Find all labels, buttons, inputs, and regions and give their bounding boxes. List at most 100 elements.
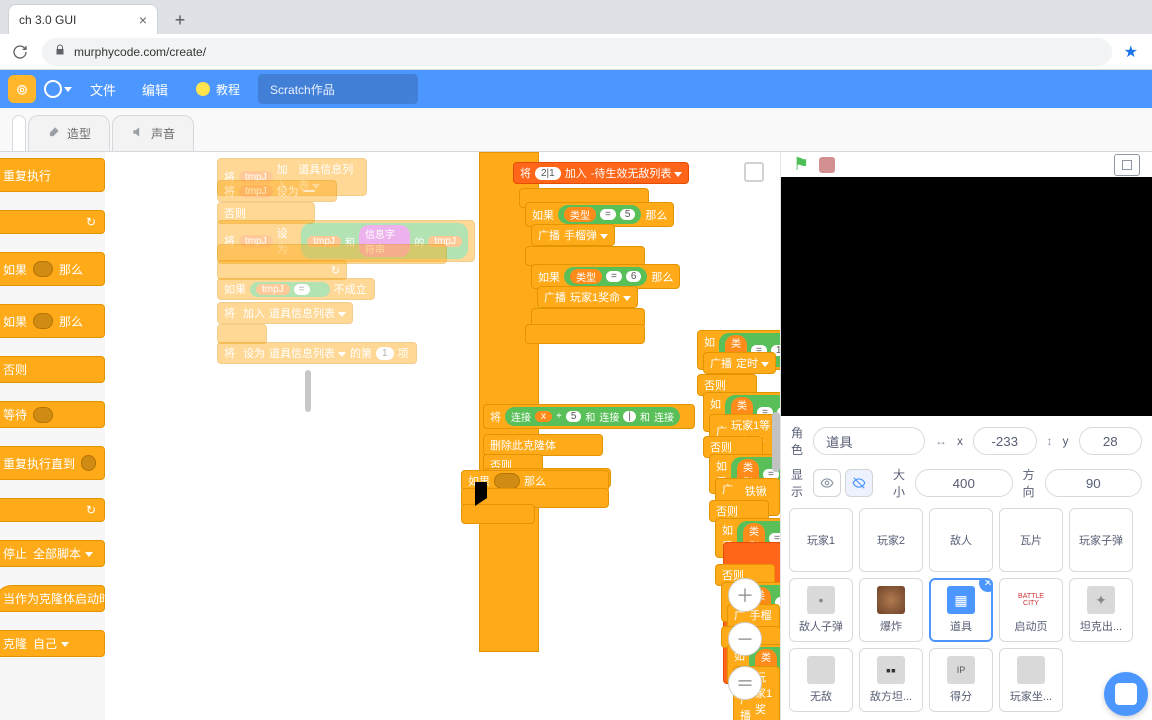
block-dragging-end[interactable] [461, 504, 535, 524]
language-menu[interactable] [42, 73, 74, 105]
sprite-tile[interactable]: 瓦片 [999, 508, 1063, 572]
palette-wait[interactable]: 等待 [0, 401, 105, 428]
block-broadcast[interactable]: 广播玩家1奖命 [537, 286, 638, 308]
size-input[interactable] [915, 469, 1012, 497]
y-label: y [1063, 434, 1069, 448]
block-faded[interactable] [217, 324, 267, 344]
stage-bar: ⚑ [781, 152, 1152, 177]
tab-sound-label: 声音 [151, 125, 175, 142]
stage-size-toggle[interactable] [1114, 154, 1140, 176]
y-input[interactable] [1079, 427, 1142, 455]
x-label: x [957, 434, 963, 448]
canvas-zoom: ＋ － ＝ [728, 578, 762, 720]
bulb-icon [196, 82, 210, 96]
script-canvas[interactable]: 将tmpJ加入道具信息列表 将tmpJ设为 否则 将tmpJ设为tmpJ和信息字… [105, 152, 780, 720]
palette-cbottom[interactable]: ↻ [0, 210, 105, 234]
sprite-tile[interactable]: ✦坦克出... [1069, 578, 1133, 642]
palette-stop[interactable]: 停止全部脚本 [0, 540, 105, 567]
tab-costume[interactable]: 造型 [28, 115, 110, 151]
menu-tutorials-label: 教程 [216, 81, 240, 98]
green-flag-icon[interactable]: ⚑ [793, 154, 809, 175]
stop-icon[interactable] [819, 157, 835, 173]
tab-strip: ch 3.0 GUI × + [0, 0, 1152, 34]
sprite-tile[interactable]: BATTLE CITY启动页 [999, 578, 1063, 642]
sprite-tile[interactable]: IP得分 [929, 648, 993, 712]
close-icon[interactable]: × [139, 12, 147, 28]
delete-sprite-icon[interactable]: ✕ [979, 578, 993, 592]
scrollbar[interactable] [772, 412, 780, 472]
palette-if-else[interactable]: 如果那么 [0, 304, 105, 338]
block-stub[interactable] [525, 324, 645, 344]
x-input[interactable] [973, 427, 1036, 455]
size-label: 大小 [893, 466, 905, 500]
sprite-tile[interactable]: ▪▪敌方坦... [859, 648, 923, 712]
block-set-join[interactable]: 将 连接x+5和连接|和连接 [483, 404, 695, 429]
palette-repeat-until[interactable]: 重复执行直到 [0, 446, 105, 480]
show-label: 显示 [791, 466, 803, 500]
block-faded[interactable]: 将设为道具信息列表的第1项 [217, 342, 417, 364]
sprite-tile[interactable]: 敌人 [929, 508, 993, 572]
project-name-text: Scratch作品 [270, 81, 335, 98]
show-button[interactable] [813, 469, 841, 497]
block-stub[interactable] [525, 246, 645, 266]
sprite-tile-selected[interactable]: ✕▦道具 [929, 578, 993, 642]
stage-panel: ⚑ 角色 ↔ x ↕ y 显示 [780, 152, 1152, 720]
scrollbar[interactable] [305, 370, 311, 412]
palette-cbottom2[interactable]: ↻ [0, 498, 105, 522]
sprite-tile[interactable]: 爆炸 [859, 578, 923, 642]
palette-clone-start[interactable]: 当作为克隆体启动时 [0, 585, 105, 612]
palette-forever[interactable]: 重复执行 [0, 158, 105, 192]
block-faded[interactable]: 将加入道具信息列表 [217, 302, 353, 324]
add-sprite-button[interactable] [1104, 672, 1148, 716]
sprite-tile[interactable]: 玩家2 [859, 508, 923, 572]
tab-costume-label: 造型 [67, 125, 91, 142]
sprite-tile[interactable]: 玩家1 [789, 508, 853, 572]
hide-button[interactable] [845, 469, 873, 497]
sprite-grid: 玩家1 玩家2 敌人 瓦片 玩家子弹 •敌人子弹 爆炸 ✕▦道具 BATTLE … [781, 504, 1152, 720]
brush-icon [47, 125, 61, 142]
editor-tabs: 造型 声音 [0, 108, 1152, 152]
block-c-spine[interactable] [479, 152, 539, 652]
lock-icon [54, 44, 66, 59]
block-broadcast[interactable]: 广播手榴弹 [531, 224, 615, 246]
block-faded[interactable]: 如果tmpJ=不成立 [217, 278, 375, 300]
browser-tab[interactable]: ch 3.0 GUI × [8, 4, 158, 34]
palette-clone[interactable]: 克隆自己 [0, 630, 105, 657]
palette-if[interactable]: 如果那么 [0, 252, 105, 286]
menu-tutorials[interactable]: 教程 [184, 81, 252, 98]
palette-else[interactable]: 否则 [0, 356, 105, 383]
dir-input[interactable] [1045, 469, 1142, 497]
x-icon: ↔ [935, 434, 947, 448]
block-broadcast[interactable]: 广播定时 [703, 352, 776, 374]
reload-icon[interactable] [10, 42, 30, 62]
block-palette: 重复执行 ↻ 如果那么 如果那么 否则 等待 重复执行直到 ↻ 停止全部脚本 当… [0, 152, 105, 720]
sprite-tile[interactable]: 玩家坐... [999, 648, 1063, 712]
bookmark-star-icon[interactable]: ★ [1124, 42, 1138, 62]
sprite-tile[interactable]: 玩家子弹 [1069, 508, 1133, 572]
menu-edit[interactable]: 编辑 [132, 80, 178, 99]
stage-canvas[interactable] [781, 177, 1152, 416]
project-name-field[interactable]: Scratch作品 [258, 74, 418, 104]
tab-code[interactable] [12, 115, 26, 151]
sprite-name-input[interactable] [813, 427, 925, 455]
zoom-out-button[interactable]: － [728, 622, 762, 656]
sprite-label: 角色 [791, 424, 803, 458]
sprite-tile[interactable]: 无敌 [789, 648, 853, 712]
new-tab-button[interactable]: + [166, 6, 194, 34]
block-delete-clone[interactable]: 删除此克隆体 [483, 434, 603, 456]
url-field[interactable]: murphycode.com/create/ [42, 38, 1112, 66]
sprite-tile[interactable]: •敌人子弹 [789, 578, 853, 642]
zoom-in-button[interactable]: ＋ [728, 578, 762, 612]
fullscreen-icon[interactable] [744, 162, 764, 182]
tab-title: ch 3.0 GUI [19, 13, 131, 27]
dir-label: 方向 [1023, 466, 1035, 500]
tab-sound[interactable]: 声音 [112, 115, 194, 151]
menu-file[interactable]: 文件 [80, 80, 126, 99]
url-text: murphycode.com/create/ [74, 45, 206, 59]
block-add-list[interactable]: 将2|1加入-待生效无敌列表 [513, 162, 689, 184]
block-faded[interactable]: 将tmpJ设为 [217, 180, 337, 202]
block-faded[interactable]: ↻ [217, 260, 347, 280]
app-logo[interactable]: ◎ [8, 75, 36, 103]
zoom-reset-button[interactable]: ＝ [728, 666, 762, 700]
y-icon: ↕ [1047, 434, 1053, 448]
